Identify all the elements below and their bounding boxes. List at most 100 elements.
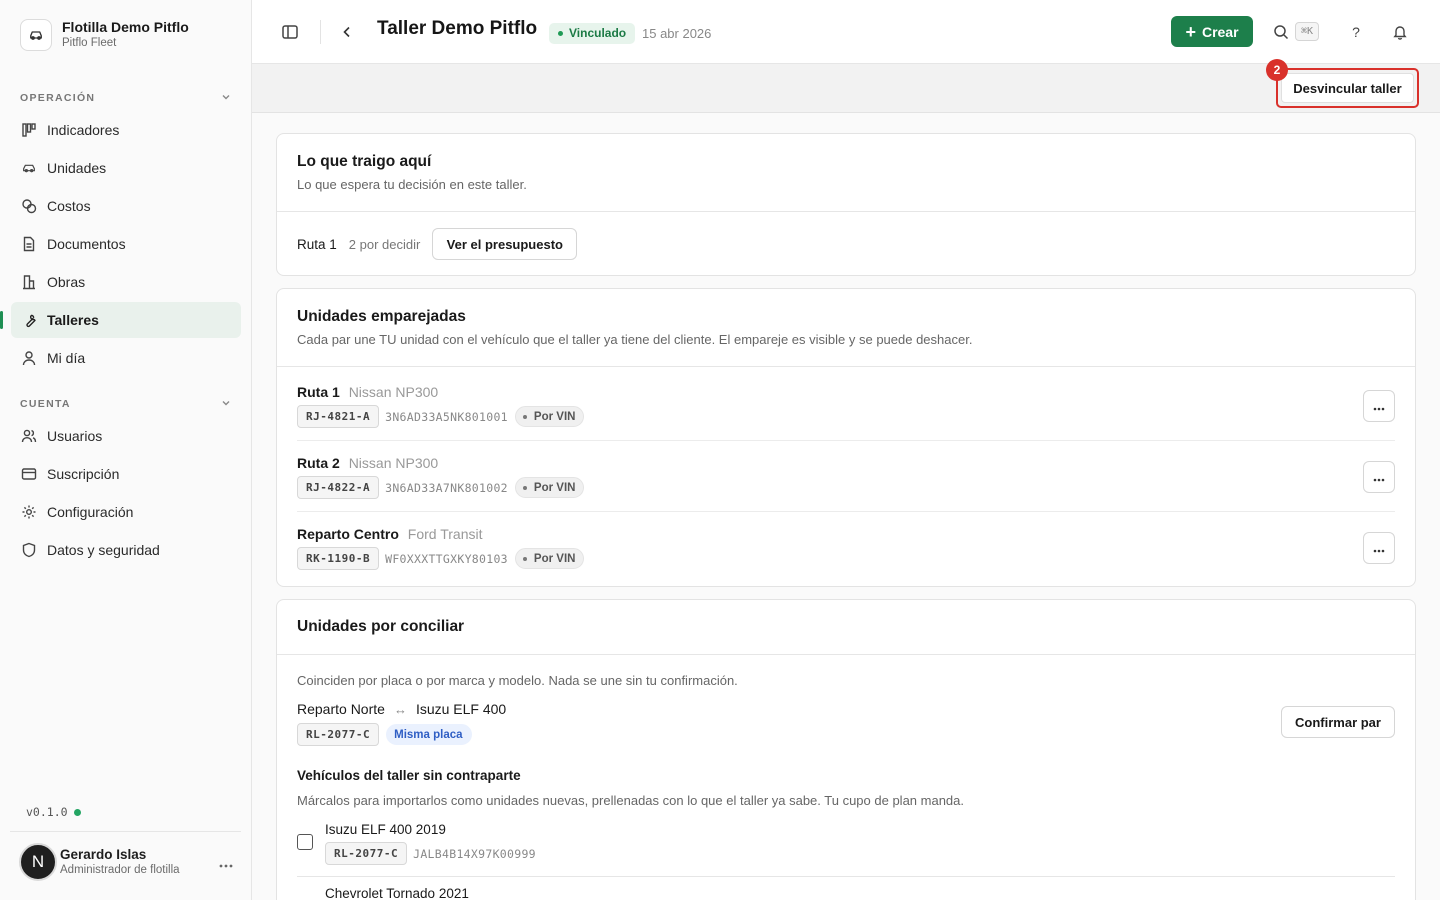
- vehicle-name: Isuzu ELF 400 2019: [325, 822, 446, 837]
- link-arrow-icon: ↔: [393, 701, 407, 717]
- bell-icon[interactable]: [1389, 21, 1411, 43]
- pending-row: Ruta 1 2 por decidir Ver el presupuesto: [297, 228, 578, 260]
- view-quote-button[interactable]: Ver el presupuesto: [432, 228, 578, 260]
- unit-name: Ruta 2: [297, 455, 340, 471]
- vehicle-name: Chevrolet Tornado 2021: [325, 886, 469, 900]
- user-menu[interactable]: N Gerardo Islas Administrador de flotill…: [19, 843, 241, 881]
- sidebar-item-label: Configuración: [47, 504, 134, 520]
- linked-date: 15 abr 2026: [642, 26, 712, 41]
- create-label: Crear: [1201, 23, 1239, 40]
- divider: [10, 831, 241, 832]
- import-checkbox[interactable]: [297, 834, 313, 850]
- row-actions-button[interactable]: [1363, 532, 1395, 564]
- vin-text: JALB4B14X97K00999: [413, 846, 536, 861]
- vin-text: 3N6AD33A5NK801001: [385, 409, 508, 424]
- section-operacion[interactable]: OPERACIÓN: [20, 90, 232, 106]
- coins-icon: [20, 198, 37, 215]
- dot-icon: [522, 414, 527, 419]
- dot-icon: [522, 485, 527, 490]
- paired-units-card: Unidades emparejadas Cada par une TU uni…: [276, 288, 1416, 587]
- card-title: Unidades emparejadas: [297, 308, 466, 325]
- reconcile-intro: Coinciden por placa o por marca y modelo…: [297, 673, 738, 688]
- sidebar-item-indicadores[interactable]: Indicadores: [11, 112, 241, 148]
- unlink-workshop-button[interactable]: Desvincular taller: [1281, 73, 1414, 103]
- help-icon[interactable]: ?: [1345, 21, 1367, 43]
- row-actions-button[interactable]: [1363, 461, 1395, 493]
- sidebar-item-label: Mi día: [47, 350, 86, 366]
- divider: [277, 366, 1415, 367]
- back-arrow-icon[interactable]: [336, 20, 358, 44]
- sidebar-item-label: Unidades: [47, 160, 107, 176]
- sidebar-toggle-icon[interactable]: [278, 20, 302, 44]
- org-subtitle: Pitflo Fleet: [62, 37, 117, 49]
- shield-icon: [20, 542, 37, 559]
- building-icon: [20, 274, 37, 291]
- vin-text: 3N6AD33A7NK801002: [385, 480, 508, 495]
- sidebar-item-mi-dia[interactable]: Mi día: [11, 340, 241, 376]
- sidebar-item-label: Indicadores: [47, 122, 120, 138]
- nav-cuenta: Usuarios Suscripción Configuración Datos…: [11, 418, 241, 570]
- kanban-icon: [20, 122, 37, 139]
- document-icon: [20, 236, 37, 253]
- status-badge: Vinculado: [549, 23, 636, 44]
- sidebar-item-label: Documentos: [47, 236, 126, 252]
- confirm-pair-button[interactable]: Confirmar par: [1281, 706, 1395, 738]
- highlight-frame: Desvincular taller: [1276, 68, 1419, 108]
- org-name: Flotilla Demo Pitflo: [62, 19, 189, 35]
- match-badge: Por VIN: [514, 477, 585, 498]
- divider: [320, 20, 321, 44]
- card-title: Lo que traigo aquí: [297, 153, 432, 170]
- section-label: OPERACIÓN: [20, 92, 96, 104]
- orphan-vehicle-row: Chevrolet Tornado 2021: [297, 878, 1395, 900]
- paired-row: Reparto Centro Ford Transit RK-1190-B WF…: [297, 512, 1395, 583]
- step-badge: 2: [1266, 59, 1288, 81]
- match-label: Por VIN: [533, 410, 576, 423]
- vehicle-model: Nissan NP300: [348, 384, 439, 400]
- sidebar-item-unidades[interactable]: Unidades: [11, 150, 241, 186]
- match-badge: Por VIN: [514, 406, 585, 427]
- candidate-tags: RL-2077-C Misma placa: [297, 723, 472, 746]
- sidebar-item-label: Usuarios: [47, 428, 103, 444]
- unit-name: Ruta 1: [297, 384, 340, 400]
- divider: [277, 211, 1415, 212]
- sidebar-item-usuarios[interactable]: Usuarios: [11, 418, 241, 454]
- app-version: v0.1.0: [26, 805, 81, 819]
- vehicle-model: Ford Transit: [407, 526, 483, 542]
- sidebar-item-suscripcion[interactable]: Suscripción: [11, 456, 241, 492]
- vin-text: WF0XXXTTGXKY80103: [385, 551, 508, 566]
- shortcut-hint: ⌘K: [1295, 22, 1320, 41]
- card-title: Unidades por conciliar: [297, 618, 465, 635]
- car-icon: [20, 160, 37, 177]
- sidebar-item-obras[interactable]: Obras: [11, 264, 241, 300]
- org-switcher[interactable]: Flotilla Demo Pitflo Pitflo Fleet: [20, 18, 189, 51]
- page-title: Taller Demo Pitflo: [377, 18, 538, 39]
- match-label: Por VIN: [533, 552, 576, 565]
- avatar: N: [19, 843, 57, 881]
- chevron-down-icon: [220, 396, 232, 412]
- sidebar-item-label: Obras: [47, 274, 86, 290]
- section-cuenta[interactable]: CUENTA: [20, 396, 232, 412]
- create-button[interactable]: + Crear: [1171, 16, 1253, 47]
- search-icon[interactable]: [1270, 21, 1292, 43]
- car-icon: [20, 18, 52, 51]
- section-subtitle: Márcalos para importarlos como unidades …: [297, 793, 965, 808]
- more-horizontal-icon[interactable]: [219, 855, 233, 871]
- sidebar-item-label: Datos y seguridad: [47, 542, 160, 558]
- sidebar-item-talleres[interactable]: Talleres: [0, 302, 241, 338]
- row-actions-button[interactable]: [1363, 390, 1395, 422]
- workshop-vehicle-name: Isuzu ELF 400: [415, 701, 507, 717]
- nav-operacion: Indicadores Unidades Costos Documentos O…: [0, 112, 241, 378]
- section-title: Vehículos del taller sin contraparte: [297, 768, 521, 783]
- sidebar: Flotilla Demo Pitflo Pitflo Fleet OPERAC…: [0, 0, 252, 900]
- action-bar: Desvincular taller 2: [252, 59, 1440, 113]
- sidebar-item-costos[interactable]: Costos: [11, 188, 241, 224]
- divider: [277, 654, 1415, 655]
- unit-name: Reparto Centro: [297, 526, 399, 542]
- sidebar-item-datos-seguridad[interactable]: Datos y seguridad: [11, 532, 241, 568]
- reconcile-card: Unidades por conciliar Coinciden por pla…: [276, 599, 1416, 900]
- plus-icon: +: [1185, 21, 1196, 42]
- sidebar-item-documentos[interactable]: Documentos: [11, 226, 241, 262]
- credit-card-icon: [20, 466, 37, 483]
- user-name: Gerardo Islas: [60, 847, 147, 862]
- sidebar-item-configuracion[interactable]: Configuración: [11, 494, 241, 530]
